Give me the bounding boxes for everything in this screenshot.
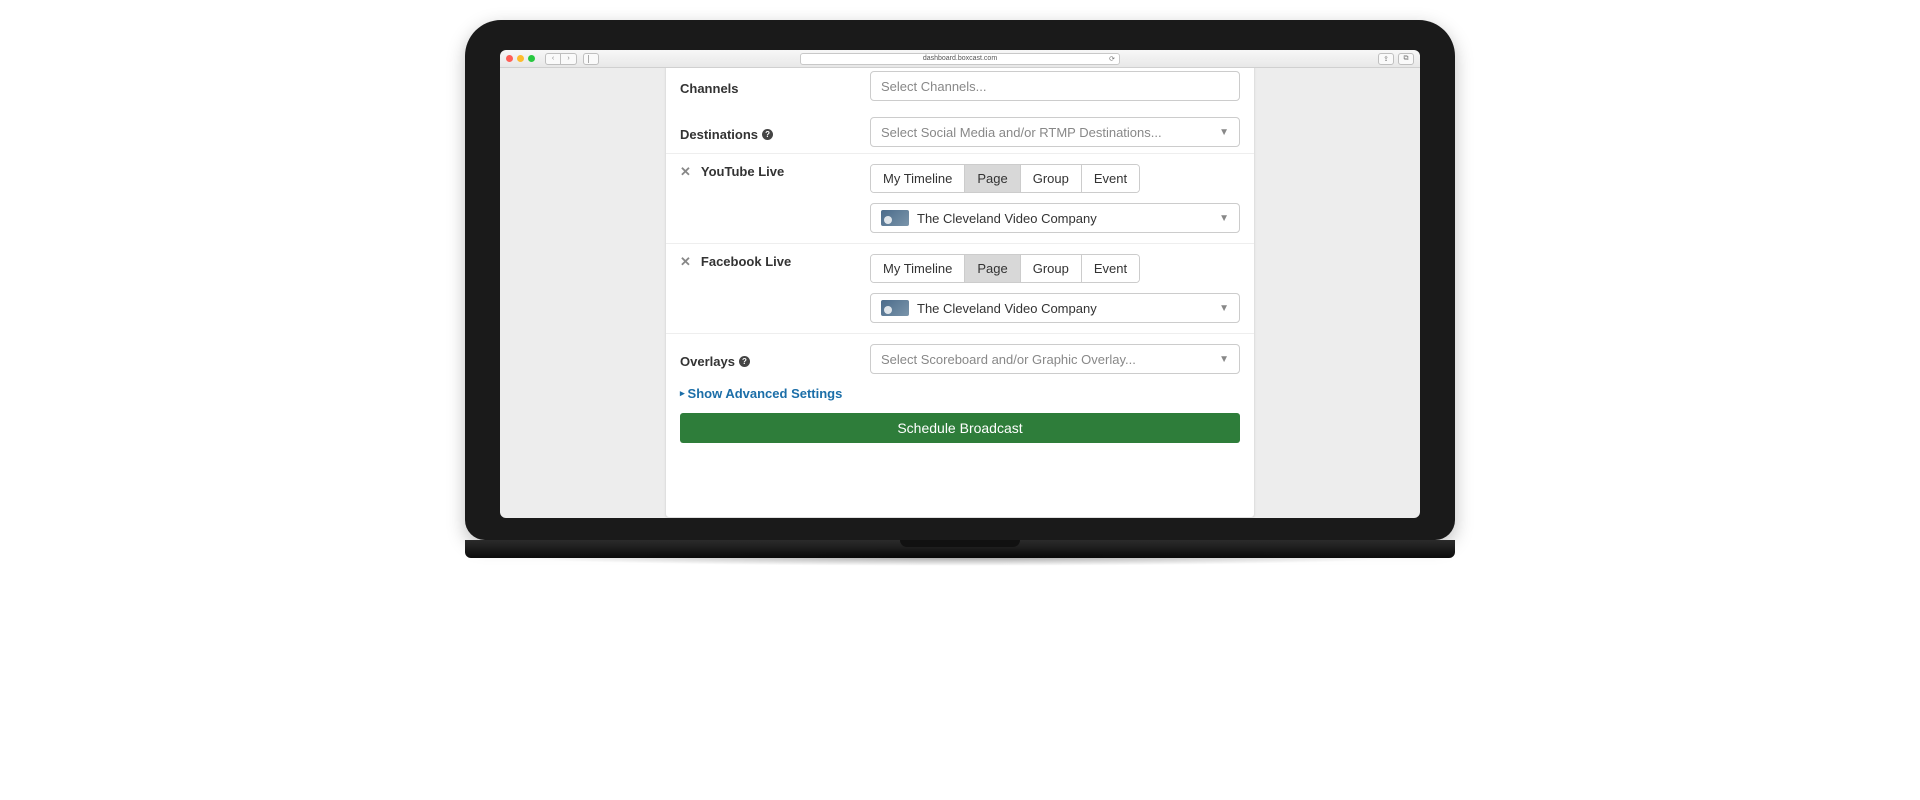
maximize-window-icon[interactable] xyxy=(528,55,535,62)
share-button[interactable]: ⇪ xyxy=(1378,53,1394,65)
destinations-label: Destinations ? xyxy=(680,117,870,147)
minimize-window-icon[interactable] xyxy=(517,55,524,62)
sidebar-toggle-button[interactable] xyxy=(583,53,599,65)
destinations-placeholder: Select Social Media and/or RTMP Destinat… xyxy=(881,125,1162,140)
show-advanced-settings-link[interactable]: ▸ Show Advanced Settings xyxy=(666,380,1254,413)
schedule-broadcast-button[interactable]: Schedule Broadcast xyxy=(680,413,1240,443)
overlays-select[interactable]: Select Scoreboard and/or Graphic Overlay… xyxy=(870,344,1240,374)
page-select[interactable]: The Cleveland Video Company ▼ xyxy=(870,203,1240,233)
destination-facebook-live: ✕ Facebook Live My Timeline Page Group E… xyxy=(666,243,1254,333)
chevron-down-icon: ▼ xyxy=(1219,213,1229,224)
remove-destination-icon[interactable]: ✕ xyxy=(680,254,691,270)
chevron-down-icon: ▼ xyxy=(1219,303,1229,314)
back-button[interactable]: ‹ xyxy=(545,53,561,65)
help-icon[interactable]: ? xyxy=(762,129,773,140)
destination-title: YouTube Live xyxy=(701,164,784,179)
tab-event[interactable]: Event xyxy=(1082,165,1139,192)
overlays-placeholder: Select Scoreboard and/or Graphic Overlay… xyxy=(881,352,1136,367)
tab-my-timeline[interactable]: My Timeline xyxy=(871,165,965,192)
remove-destination-icon[interactable]: ✕ xyxy=(680,164,691,180)
page-thumbnail-icon xyxy=(881,300,909,316)
channels-placeholder: Select Channels... xyxy=(881,79,987,94)
chevron-down-icon: ▼ xyxy=(1219,127,1229,138)
broadcast-form-card: Channels Select Channels... Destinations… xyxy=(665,68,1255,518)
window-controls xyxy=(506,55,535,62)
help-icon[interactable]: ? xyxy=(739,356,750,367)
forward-button[interactable]: › xyxy=(561,53,577,65)
tab-my-timeline[interactable]: My Timeline xyxy=(871,255,965,282)
destinations-select[interactable]: Select Social Media and/or RTMP Destinat… xyxy=(870,117,1240,147)
post-target-tabs: My Timeline Page Group Event xyxy=(870,164,1140,193)
post-target-tabs: My Timeline Page Group Event xyxy=(870,254,1140,283)
tab-group[interactable]: Group xyxy=(1021,255,1082,282)
caret-right-icon: ▸ xyxy=(680,388,685,399)
selected-page: The Cleveland Video Company xyxy=(917,301,1097,316)
url-bar[interactable]: dashboard.boxcast.com ⟳ xyxy=(800,53,1120,65)
selected-page: The Cleveland Video Company xyxy=(917,211,1097,226)
channels-select[interactable]: Select Channels... xyxy=(870,71,1240,101)
page-thumbnail-icon xyxy=(881,210,909,226)
tab-group[interactable]: Group xyxy=(1021,165,1082,192)
channels-label: Channels xyxy=(680,71,870,101)
overlays-label: Overlays ? xyxy=(680,344,870,374)
tab-page[interactable]: Page xyxy=(965,165,1020,192)
browser-toolbar: ‹ › dashboard.boxcast.com ⟳ ⇪ ⧉ xyxy=(500,50,1420,68)
destination-youtube-live: ✕ YouTube Live My Timeline Page Group Ev… xyxy=(666,153,1254,243)
tab-event[interactable]: Event xyxy=(1082,255,1139,282)
destination-title: Facebook Live xyxy=(701,254,791,269)
page-content: Channels Select Channels... Destinations… xyxy=(500,68,1420,518)
url-text: dashboard.boxcast.com xyxy=(923,55,997,62)
close-window-icon[interactable] xyxy=(506,55,513,62)
chevron-down-icon: ▼ xyxy=(1219,354,1229,365)
tab-page[interactable]: Page xyxy=(965,255,1020,282)
page-select[interactable]: The Cleveland Video Company ▼ xyxy=(870,293,1240,323)
tabs-button[interactable]: ⧉ xyxy=(1398,53,1414,65)
refresh-icon[interactable]: ⟳ xyxy=(1109,55,1115,63)
